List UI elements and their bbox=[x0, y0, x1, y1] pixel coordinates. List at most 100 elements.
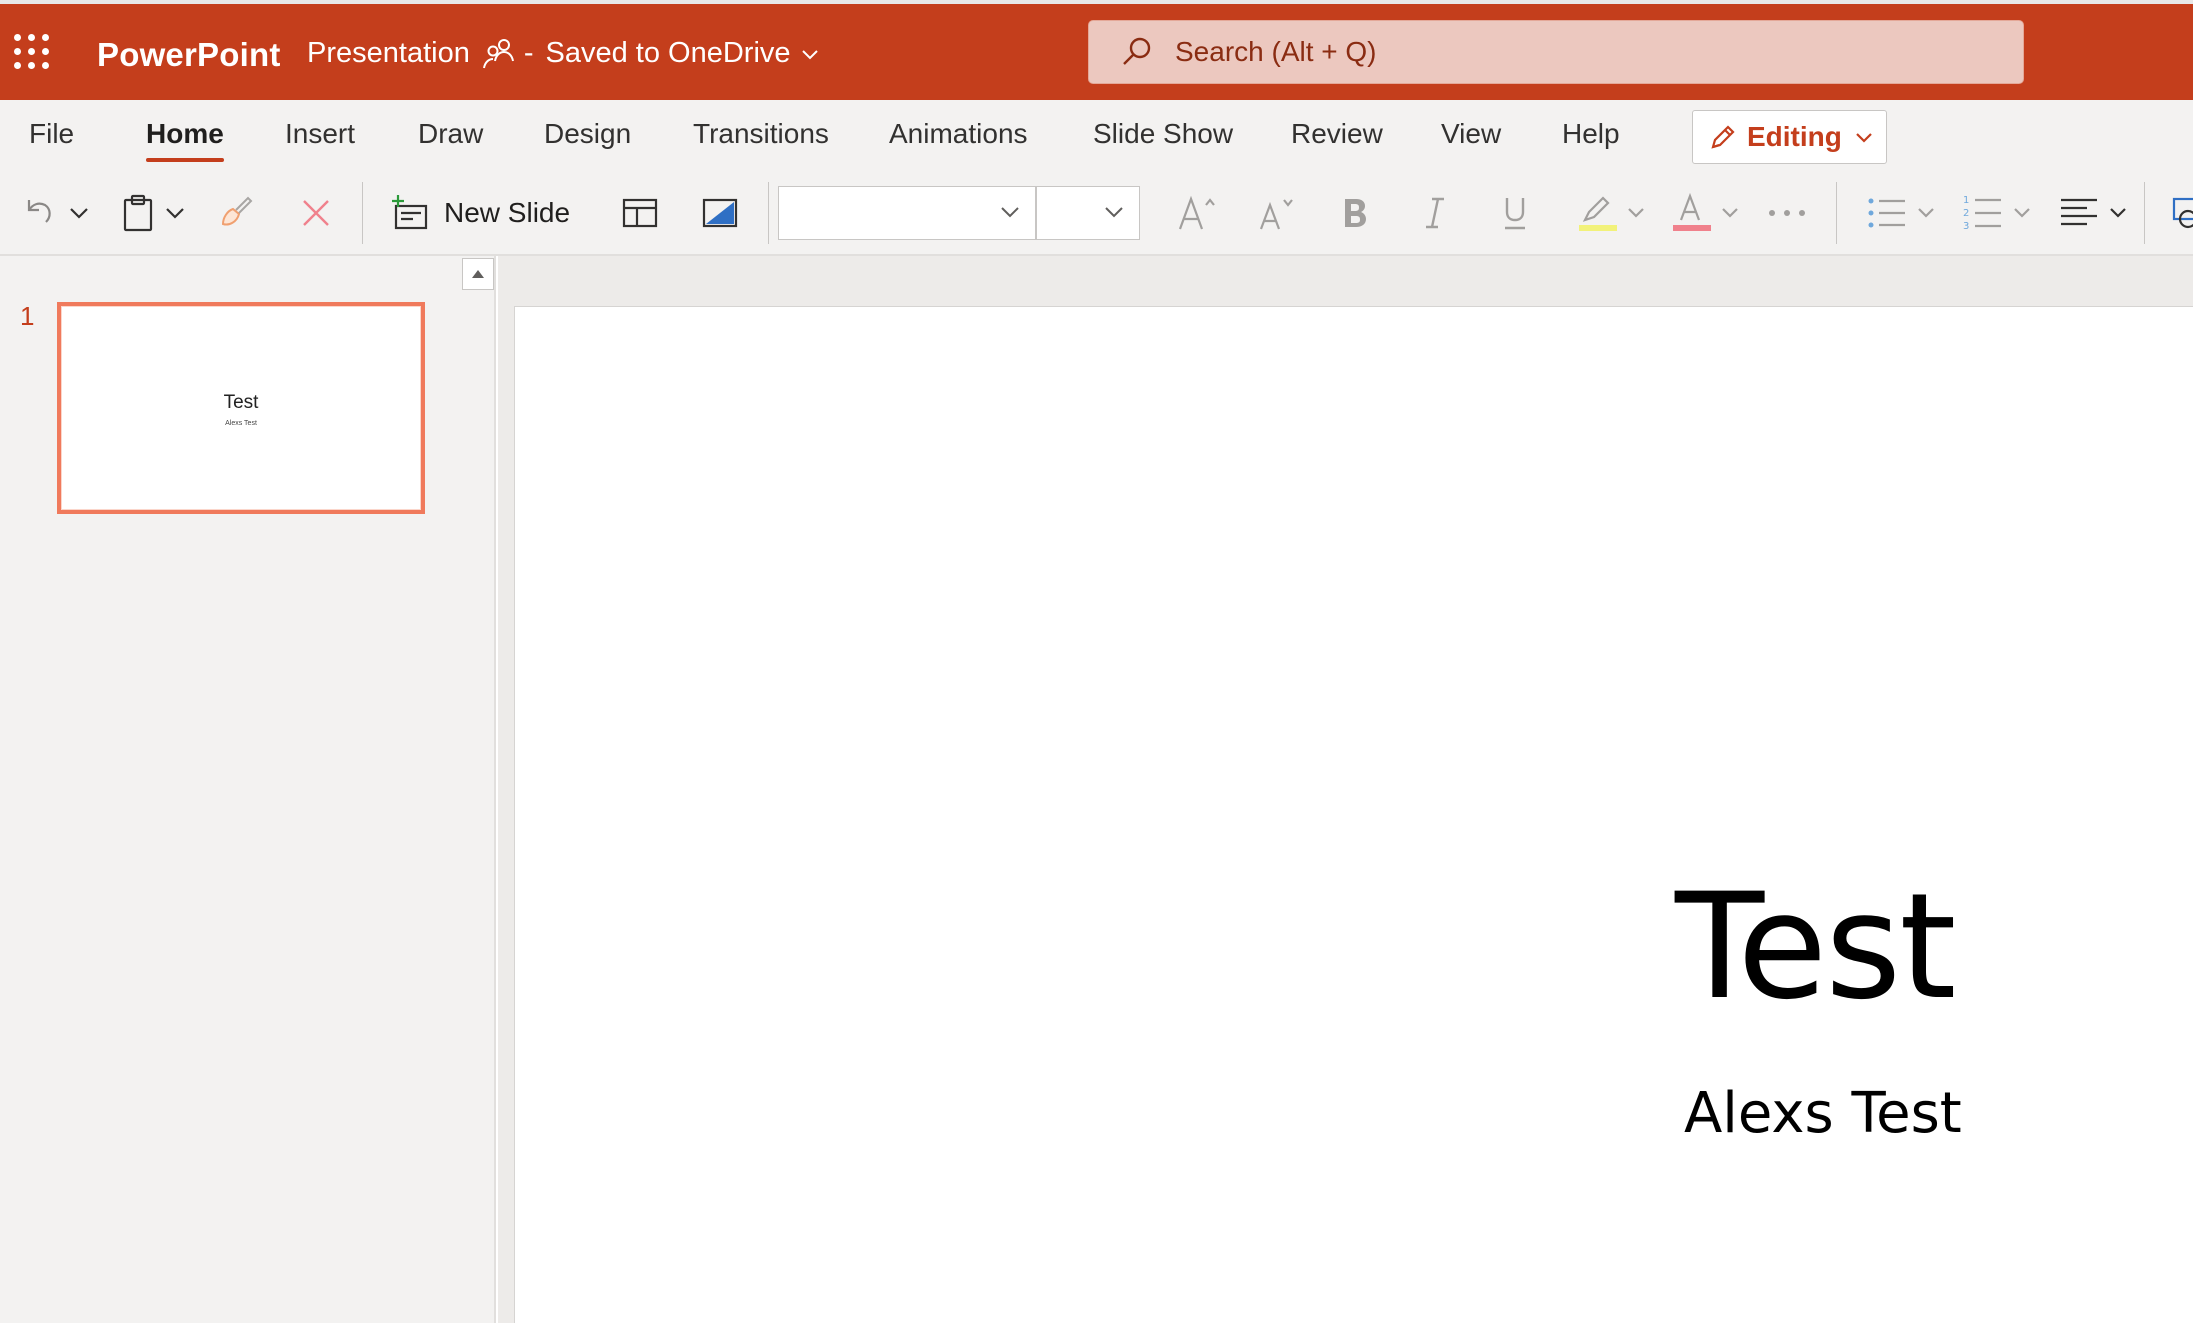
chevron-down-icon bbox=[2014, 208, 2030, 218]
highlight-dropdown[interactable] bbox=[1622, 170, 1650, 256]
tab-help[interactable]: Help bbox=[1562, 118, 1620, 150]
align-dropdown[interactable] bbox=[2104, 170, 2132, 256]
slide-title[interactable]: Test bbox=[1675, 862, 1957, 1032]
slide-thumbnail[interactable]: Test Alexs Test bbox=[57, 302, 425, 514]
tab-animations[interactable]: Animations bbox=[889, 118, 1028, 150]
editing-label: Editing bbox=[1747, 121, 1842, 152]
toolbar-divider bbox=[768, 182, 769, 244]
svg-text:1: 1 bbox=[1963, 195, 1969, 206]
numbering-button[interactable]: 1 2 3 bbox=[1958, 170, 2008, 256]
format-painter-button[interactable] bbox=[214, 170, 258, 256]
numbering-dropdown[interactable] bbox=[2008, 170, 2036, 256]
chevron-down-icon bbox=[1722, 208, 1738, 218]
slides-panel: 1 Test Alexs Test bbox=[0, 256, 496, 1323]
pencil-icon bbox=[1711, 125, 1735, 149]
chevron-down-icon bbox=[1001, 207, 1019, 218]
italic-button[interactable] bbox=[1412, 170, 1458, 256]
slide-editor[interactable] bbox=[514, 306, 2193, 1323]
document-title-area[interactable]: Presentation - Saved to OneDrive bbox=[307, 37, 819, 70]
chevron-down-icon bbox=[1856, 133, 1872, 143]
search-icon bbox=[1123, 37, 1151, 65]
align-button[interactable] bbox=[2054, 170, 2104, 256]
toolbar-divider bbox=[2144, 182, 2145, 244]
thumbnail-title: Test bbox=[223, 392, 259, 413]
font-color-icon bbox=[1673, 192, 1711, 231]
bold-icon bbox=[1345, 199, 1366, 227]
undo-dropdown[interactable] bbox=[64, 170, 94, 256]
decrease-font-icon bbox=[1259, 199, 1293, 230]
align-left-icon bbox=[2061, 198, 2097, 226]
svg-text:2: 2 bbox=[1963, 208, 1969, 219]
tab-insert[interactable]: Insert bbox=[285, 118, 355, 150]
bold-button[interactable] bbox=[1332, 170, 1378, 256]
new-slide-icon bbox=[392, 195, 428, 230]
title-bar: PowerPoint Presentation - Saved to OneDr… bbox=[0, 0, 2193, 100]
bullet-list-icon bbox=[1868, 198, 1905, 228]
tab-file[interactable]: File bbox=[29, 118, 74, 150]
slide-background-button[interactable] bbox=[698, 170, 742, 256]
tab-draw[interactable]: Draw bbox=[418, 118, 483, 150]
italic-icon bbox=[1426, 197, 1444, 229]
tab-view[interactable]: View bbox=[1441, 118, 1501, 150]
search-box[interactable]: Search (Alt + Q) bbox=[1088, 20, 2024, 84]
more-icon bbox=[1769, 210, 1805, 216]
font-name-combo[interactable] bbox=[778, 186, 1036, 240]
chevron-down-icon bbox=[1918, 208, 1934, 218]
search-placeholder[interactable]: Search (Alt + Q) bbox=[1175, 36, 1377, 68]
bullets-button[interactable] bbox=[1862, 170, 1912, 256]
underline-icon bbox=[1505, 198, 1525, 230]
shared-people-icon bbox=[482, 38, 514, 68]
new-slide-button[interactable]: New Slide bbox=[390, 170, 590, 256]
chevron-down-icon bbox=[166, 208, 184, 219]
scroll-up-button[interactable] bbox=[462, 258, 494, 290]
save-status[interactable]: Saved to OneDrive bbox=[546, 37, 791, 70]
app-launcher-icon[interactable] bbox=[14, 34, 50, 70]
triangle-up-icon bbox=[472, 270, 484, 278]
slide-subtitle[interactable]: Alexs Test bbox=[1684, 1081, 1962, 1146]
underline-button[interactable] bbox=[1492, 170, 1538, 256]
chevron-down-icon bbox=[1628, 208, 1644, 218]
more-options-button[interactable] bbox=[1762, 170, 1812, 256]
chevron-down-icon bbox=[70, 208, 88, 219]
font-size-combo[interactable] bbox=[1036, 186, 1140, 240]
paste-button[interactable] bbox=[118, 170, 158, 256]
increase-font-size-button[interactable] bbox=[1172, 170, 1224, 256]
layout-icon bbox=[622, 198, 658, 228]
chevron-down-icon bbox=[2110, 208, 2126, 218]
font-color-button[interactable] bbox=[1666, 170, 1716, 256]
chevron-down-icon[interactable] bbox=[801, 48, 819, 60]
tab-review[interactable]: Review bbox=[1291, 118, 1383, 150]
title-separator: - bbox=[523, 37, 534, 69]
new-slide-label: New Slide bbox=[444, 197, 571, 228]
paste-dropdown[interactable] bbox=[160, 170, 190, 256]
tab-design[interactable]: Design bbox=[544, 118, 631, 150]
close-icon bbox=[303, 200, 329, 226]
undo-icon bbox=[27, 200, 51, 223]
shapes-button[interactable] bbox=[2164, 170, 2193, 256]
undo-button[interactable] bbox=[18, 170, 62, 256]
delete-button[interactable] bbox=[294, 170, 338, 256]
tab-home[interactable]: Home bbox=[146, 118, 224, 162]
highlight-button[interactable] bbox=[1572, 170, 1622, 256]
thumbnail-subtitle: Alexs Test bbox=[225, 420, 257, 427]
tab-transitions[interactable]: Transitions bbox=[693, 118, 829, 150]
bullets-dropdown[interactable] bbox=[1912, 170, 1940, 256]
font-color-dropdown[interactable] bbox=[1716, 170, 1744, 256]
app-name[interactable]: PowerPoint bbox=[97, 36, 281, 74]
chevron-down-icon bbox=[1105, 207, 1123, 218]
editing-mode-button[interactable]: Editing bbox=[1692, 110, 1887, 164]
document-title[interactable]: Presentation bbox=[307, 37, 470, 70]
tab-slide-show[interactable]: Slide Show bbox=[1093, 118, 1233, 150]
decrease-font-size-button[interactable] bbox=[1252, 170, 1304, 256]
background-icon bbox=[702, 198, 738, 228]
highlighter-icon bbox=[1579, 196, 1617, 231]
toolbar-divider bbox=[1836, 182, 1837, 244]
toolbar-divider bbox=[362, 182, 363, 244]
shapes-icon bbox=[2172, 197, 2193, 229]
svg-text:3: 3 bbox=[1963, 221, 1969, 232]
clipboard-icon bbox=[123, 194, 153, 232]
format-painter-icon bbox=[221, 196, 253, 226]
layout-button[interactable] bbox=[618, 170, 662, 256]
slide-number: 1 bbox=[20, 301, 35, 331]
numbered-list-icon: 1 2 3 bbox=[1963, 195, 2001, 232]
